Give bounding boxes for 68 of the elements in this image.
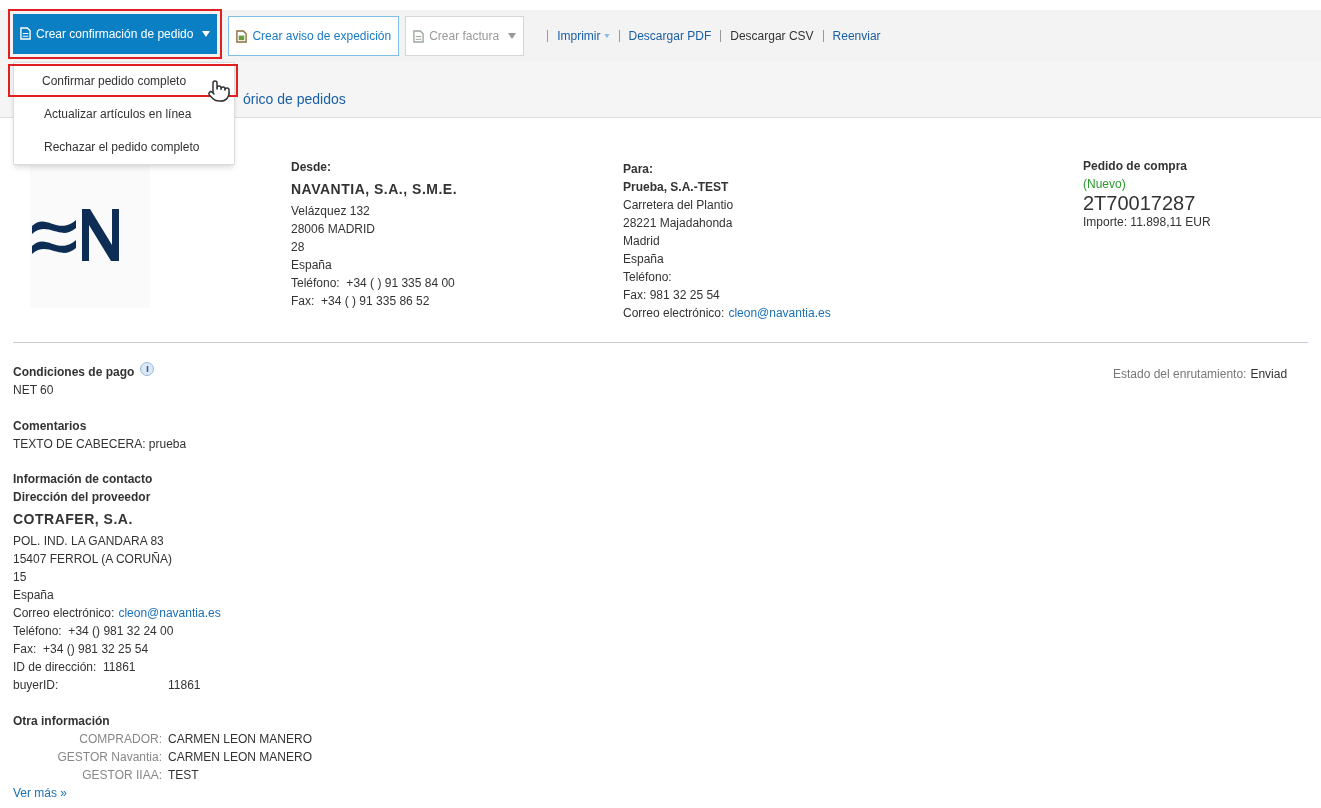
address-line: Madrid: [623, 233, 661, 250]
caret-icon: [202, 30, 211, 37]
address-line: Carretera del Plantio: [623, 197, 735, 214]
company-name: Prueba, S.A.-TEST: [623, 179, 730, 196]
section-title: Condiciones de pago: [13, 364, 135, 381]
address-line: 15: [13, 569, 28, 586]
field-label: COMPRADOR:: [78, 731, 162, 748]
menu-item[interactable]: Actualizar artículos en línea: [14, 97, 234, 130]
address-line: Fax: +34 ( ) 91 335 86 52: [291, 293, 431, 310]
field-value: CARMEN LEON MANERO: [168, 731, 313, 748]
menu-item[interactable]: Rechazar el pedido completo: [14, 130, 234, 163]
address-line: 28: [291, 239, 306, 256]
info-icon[interactable]: [140, 362, 155, 376]
section-title: Información de contacto: [13, 471, 154, 488]
toolbar-link[interactable]: Descargar PDF: [628, 27, 712, 45]
address-line: Teléfono: +34 () 981 32 24 00: [13, 623, 175, 640]
document-icon: [413, 29, 425, 43]
routing-value: Enviad: [1250, 366, 1288, 383]
address-line: Fax: +34 () 981 32 25 54: [13, 641, 150, 658]
supplier-name: COTRAFER, S.A.: [13, 510, 134, 529]
section-label: Para:: [623, 161, 655, 178]
address-line: 28221 Majadahonda: [623, 215, 734, 232]
section-subtitle: Dirección del proveedor: [13, 489, 152, 506]
history-link[interactable]: órico de pedidos: [243, 89, 346, 108]
toolbar-link[interactable]: Descargar CSV: [730, 27, 814, 45]
field-label: GESTOR Navantia:: [56, 749, 162, 766]
field-value: CARMEN LEON MANERO: [168, 749, 313, 766]
status-label: (Nuevo): [1083, 176, 1127, 193]
package-icon: [236, 29, 248, 43]
document-icon: [20, 27, 31, 40]
address-line: 15407 FERROL (A CORUÑA): [13, 551, 173, 568]
action-button[interactable]: Crear aviso de expedición: [228, 16, 400, 56]
address-line: 28006 MADRID: [291, 221, 377, 238]
field-label: GESTOR IIAA:: [81, 767, 162, 784]
field-value: 11861: [168, 677, 201, 694]
routing-label: Estado del enrutamiento:: [1113, 366, 1247, 383]
order-amount: Importe: 11.898,11 EUR: [1083, 214, 1212, 231]
address-line: España: [291, 257, 333, 274]
section-title: Comentarios: [13, 418, 88, 435]
field-value: TEST: [168, 767, 199, 784]
section-label: Desde:: [291, 159, 332, 176]
toolbar-link[interactable]: Imprimir: [557, 27, 610, 45]
email-link[interactable]: cleon@navantia.es: [728, 304, 831, 322]
caret-icon: [508, 33, 517, 39]
email-link[interactable]: cleon@navantia.es: [118, 604, 221, 622]
address-line: Teléfono: +34 ( ) 91 335 84 00: [291, 275, 456, 292]
caret-icon: [603, 34, 610, 38]
payment-value: NET 60: [13, 382, 55, 399]
dropdown-button[interactable]: Crear confirmación de pedido: [13, 13, 218, 54]
menu-item[interactable]: Confirmar pedido completo: [8, 64, 238, 97]
field-label: Correo electrónico:: [623, 305, 725, 322]
company-name: NAVANTIA, S.A., S.M.E.: [291, 180, 459, 199]
order-number: 2T70017287: [1083, 193, 1197, 213]
field-label: buyerID:: [13, 677, 60, 694]
address-line: España: [623, 251, 665, 268]
hand-cursor-icon: [207, 78, 231, 104]
address-line: POL. IND. LA GANDARA 83: [13, 533, 165, 550]
field-label: Correo electrónico:: [13, 605, 115, 622]
address-line: Fax: 981 32 25 54: [623, 287, 721, 304]
see-more-link[interactable]: Ver más »: [13, 784, 1113, 802]
address-line: España: [13, 587, 55, 604]
order-title: Pedido de compra: [1083, 158, 1189, 175]
section-title: Otra información: [13, 713, 111, 730]
toolbar-link[interactable]: Reenviar: [832, 27, 881, 45]
address-line: ID de dirección: 11861: [13, 659, 137, 676]
address-line: Velázquez 132: [291, 203, 371, 220]
comment-text: TEXTO DE CABECERA: prueba: [13, 436, 188, 453]
address-line: Teléfono:: [623, 269, 673, 286]
